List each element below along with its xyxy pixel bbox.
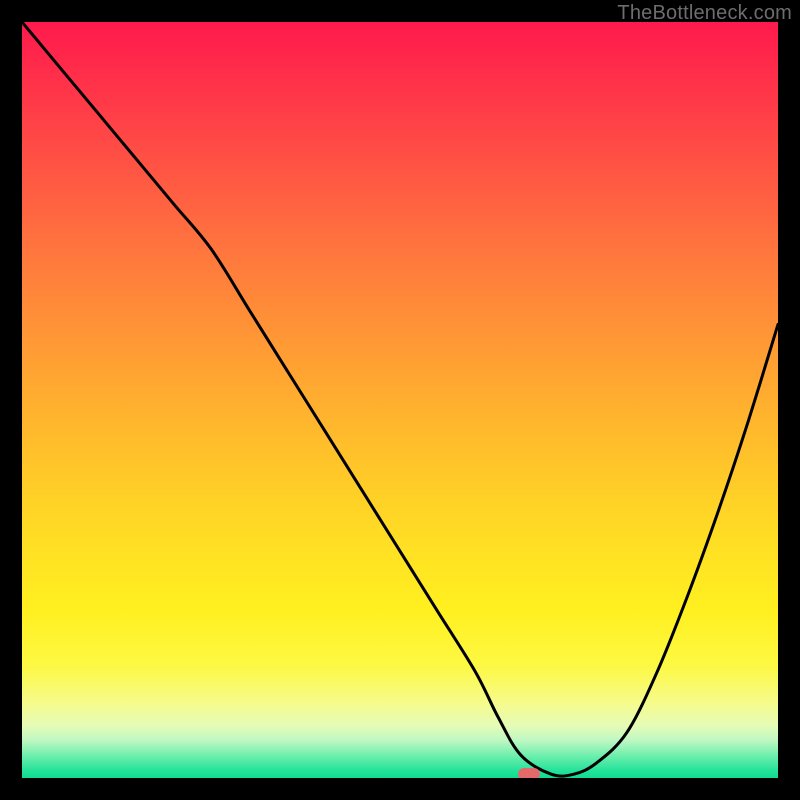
plot-area (22, 22, 778, 778)
bottleneck-curve (22, 22, 778, 778)
watermark-text: TheBottleneck.com (617, 2, 792, 25)
chart-frame: TheBottleneck.com (0, 0, 800, 800)
optimal-marker (518, 768, 540, 778)
